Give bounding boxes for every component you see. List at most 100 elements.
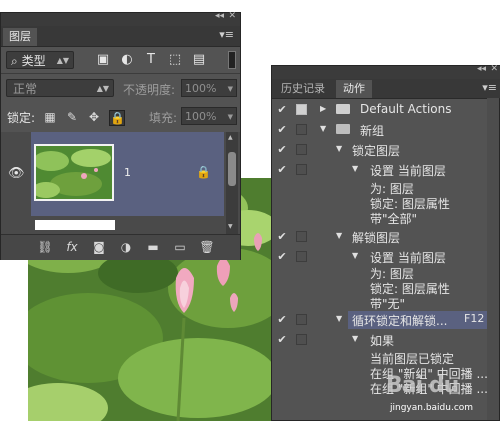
eye-icon[interactable]: 👁 xyxy=(8,166,25,181)
action-step-row[interactable]: ✔ ▼ 设置 当前图层 xyxy=(272,160,500,180)
layers-tab-row: 图层 ▾≡ xyxy=(1,26,240,47)
dialog-toggle[interactable] xyxy=(296,251,307,262)
tab-history[interactable]: 历史记录 xyxy=(274,80,332,98)
collapse-icon[interactable]: ▼ xyxy=(320,124,326,133)
checkmark-icon[interactable]: ✔ xyxy=(276,123,288,136)
adjustment-layer-icon[interactable]: ◑ xyxy=(118,240,134,254)
collapse-icon[interactable]: ▼ xyxy=(352,334,358,343)
action-row-selected[interactable]: ✔ ▼ 循环锁定和解锁... F12 xyxy=(272,310,500,330)
scroll-down-icon[interactable]: ▼ xyxy=(228,223,233,230)
actions-tab-row: 历史记录 动作 ▾≡ xyxy=(272,79,500,99)
new-layer-icon[interactable]: ▭ xyxy=(172,240,188,254)
filter-kind-select[interactable]: ⌕ 类型 ▲▼ xyxy=(6,51,74,69)
blend-mode-select[interactable]: 正常 ▲▼ xyxy=(6,79,114,97)
chevron-down-icon: ▼ xyxy=(227,113,233,121)
dialog-toggle[interactable] xyxy=(296,104,307,115)
lock-position-icon[interactable]: ✥ xyxy=(87,110,101,124)
lock-all-icon[interactable]: 🔒 xyxy=(109,110,125,126)
new-group-icon[interactable]: ▬ xyxy=(145,240,161,254)
step-name: 设置 当前图层 xyxy=(370,251,446,265)
action-set-name: 新组 xyxy=(360,124,385,138)
lock-pixels-icon[interactable]: ✎ xyxy=(65,110,79,124)
tab-layers[interactable]: 图层 xyxy=(3,28,37,46)
action-step-row[interactable]: ✔ ▼ 如果 xyxy=(272,330,500,350)
collapse-icon[interactable]: ◂◂ xyxy=(477,64,486,74)
action-row[interactable]: ✔ ▼ 锁定图层 xyxy=(272,140,500,160)
dialog-toggle[interactable] xyxy=(296,231,307,242)
visibility-column: 👁 xyxy=(1,132,32,216)
scroll-thumb[interactable] xyxy=(35,220,115,230)
collapse-icon[interactable]: ▼ xyxy=(336,231,342,240)
blend-mode-value: 正常 xyxy=(13,82,38,96)
checkmark-icon[interactable]: ✔ xyxy=(276,103,288,116)
filter-row: ⌕ 类型 ▲▼ ▣ ◐ T ⬚ ▤ xyxy=(1,47,240,73)
dialog-toggle[interactable] xyxy=(296,334,307,345)
panel-menu-icon[interactable]: ▾≡ xyxy=(482,81,497,94)
opacity-label: 不透明度: xyxy=(123,83,176,97)
step-detail: 带"全部" xyxy=(370,212,418,226)
smart-object-filter-icon[interactable]: ▤ xyxy=(191,52,207,68)
checkmark-icon[interactable]: ✔ xyxy=(276,163,288,176)
opacity-field[interactable]: 100% ▼ xyxy=(181,79,237,97)
step-name: 如果 xyxy=(370,334,395,348)
type-filter-icon[interactable]: T xyxy=(143,52,159,68)
close-icon[interactable]: ✕ xyxy=(228,11,236,21)
layer-row[interactable]: 1 🔒 xyxy=(31,132,224,216)
scroll-up-icon[interactable]: ▲ xyxy=(228,134,233,141)
vertical-scrollbar[interactable] xyxy=(487,98,499,420)
layer-thumbnail xyxy=(34,144,114,201)
lock-icon: 🔒 xyxy=(196,165,211,179)
watermark-url: jingyan.baidu.com xyxy=(390,403,474,413)
checkmark-icon[interactable]: ✔ xyxy=(276,333,288,346)
dialog-toggle[interactable] xyxy=(296,164,307,175)
close-icon[interactable]: ✕ xyxy=(490,64,498,74)
tab-actions[interactable]: 动作 xyxy=(336,80,372,98)
action-set-row[interactable]: ✔ ▼ 新组 xyxy=(272,120,500,140)
actions-panel: ◂◂ ✕ 历史记录 动作 ▾≡ ✔ ▶ Default Actions ✔ ▼ … xyxy=(271,64,500,421)
adjustment-filter-icon[interactable]: ◐ xyxy=(119,52,135,68)
add-mask-icon[interactable]: ◙ xyxy=(91,240,107,254)
fill-field[interactable]: 100% ▼ xyxy=(181,107,237,125)
step-name: 设置 当前图层 xyxy=(370,164,446,178)
chevron-updown-icon: ▲▼ xyxy=(96,84,109,93)
collapse-icon[interactable]: ◂◂ xyxy=(215,11,224,21)
collapse-icon[interactable]: ▼ xyxy=(336,314,342,323)
checkmark-icon[interactable]: ✔ xyxy=(276,230,288,243)
panel-title-bar: ◂◂ ✕ xyxy=(272,64,500,79)
shape-filter-icon[interactable]: ⬚ xyxy=(167,52,183,68)
filter-toggle[interactable] xyxy=(228,51,236,69)
shortcut-key: F12 xyxy=(464,312,485,325)
panel-menu-icon[interactable]: ▾≡ xyxy=(219,28,234,41)
delete-layer-icon[interactable]: 🗑 xyxy=(199,240,215,254)
image-filter-icon[interactable]: ▣ xyxy=(95,52,111,68)
collapse-icon[interactable]: ▼ xyxy=(336,144,342,153)
checkmark-icon[interactable]: ✔ xyxy=(276,313,288,326)
dialog-toggle[interactable] xyxy=(296,124,307,135)
action-name: 锁定图层 xyxy=(352,144,401,158)
action-row[interactable]: ✔ ▼ 解锁图层 xyxy=(272,227,500,247)
chevron-down-icon: ▼ xyxy=(227,85,233,93)
expand-icon[interactable]: ▶ xyxy=(320,104,326,113)
scroll-thumb[interactable] xyxy=(228,152,236,186)
link-layers-icon[interactable]: ⛓ xyxy=(37,240,53,254)
fx-icon[interactable]: fx xyxy=(64,240,80,254)
layer-name[interactable]: 1 xyxy=(124,166,131,179)
horizontal-scrollbar[interactable] xyxy=(1,216,226,234)
folder-open-icon xyxy=(336,124,350,134)
opacity-value: 100% xyxy=(185,82,217,95)
checkmark-icon[interactable]: ✔ xyxy=(276,143,288,156)
action-step-row[interactable]: ✔ ▼ 设置 当前图层 xyxy=(272,247,500,267)
layers-panel: ◂◂ ✕ 图层 ▾≡ ⌕ 类型 ▲▼ ▣ ◐ T ⬚ ▤ 正常 ▲▼ 不透明度:… xyxy=(0,11,241,260)
lock-transparent-icon[interactable]: ▦ xyxy=(43,110,57,124)
checkmark-icon[interactable]: ✔ xyxy=(276,250,288,263)
action-set-row[interactable]: ✔ ▶ Default Actions xyxy=(272,100,500,120)
dialog-toggle[interactable] xyxy=(296,314,307,325)
collapse-icon[interactable]: ▼ xyxy=(352,164,358,173)
collapse-icon[interactable]: ▼ xyxy=(352,251,358,260)
vertical-scrollbar[interactable]: ▲ ▼ xyxy=(226,132,238,234)
search-icon: ⌕ xyxy=(11,54,18,68)
dialog-toggle[interactable] xyxy=(296,144,307,155)
fill-value: 100% xyxy=(185,110,217,123)
panel-title-bar: ◂◂ ✕ xyxy=(1,11,240,26)
blend-row: 正常 ▲▼ 不透明度: 100% ▼ xyxy=(1,75,240,101)
